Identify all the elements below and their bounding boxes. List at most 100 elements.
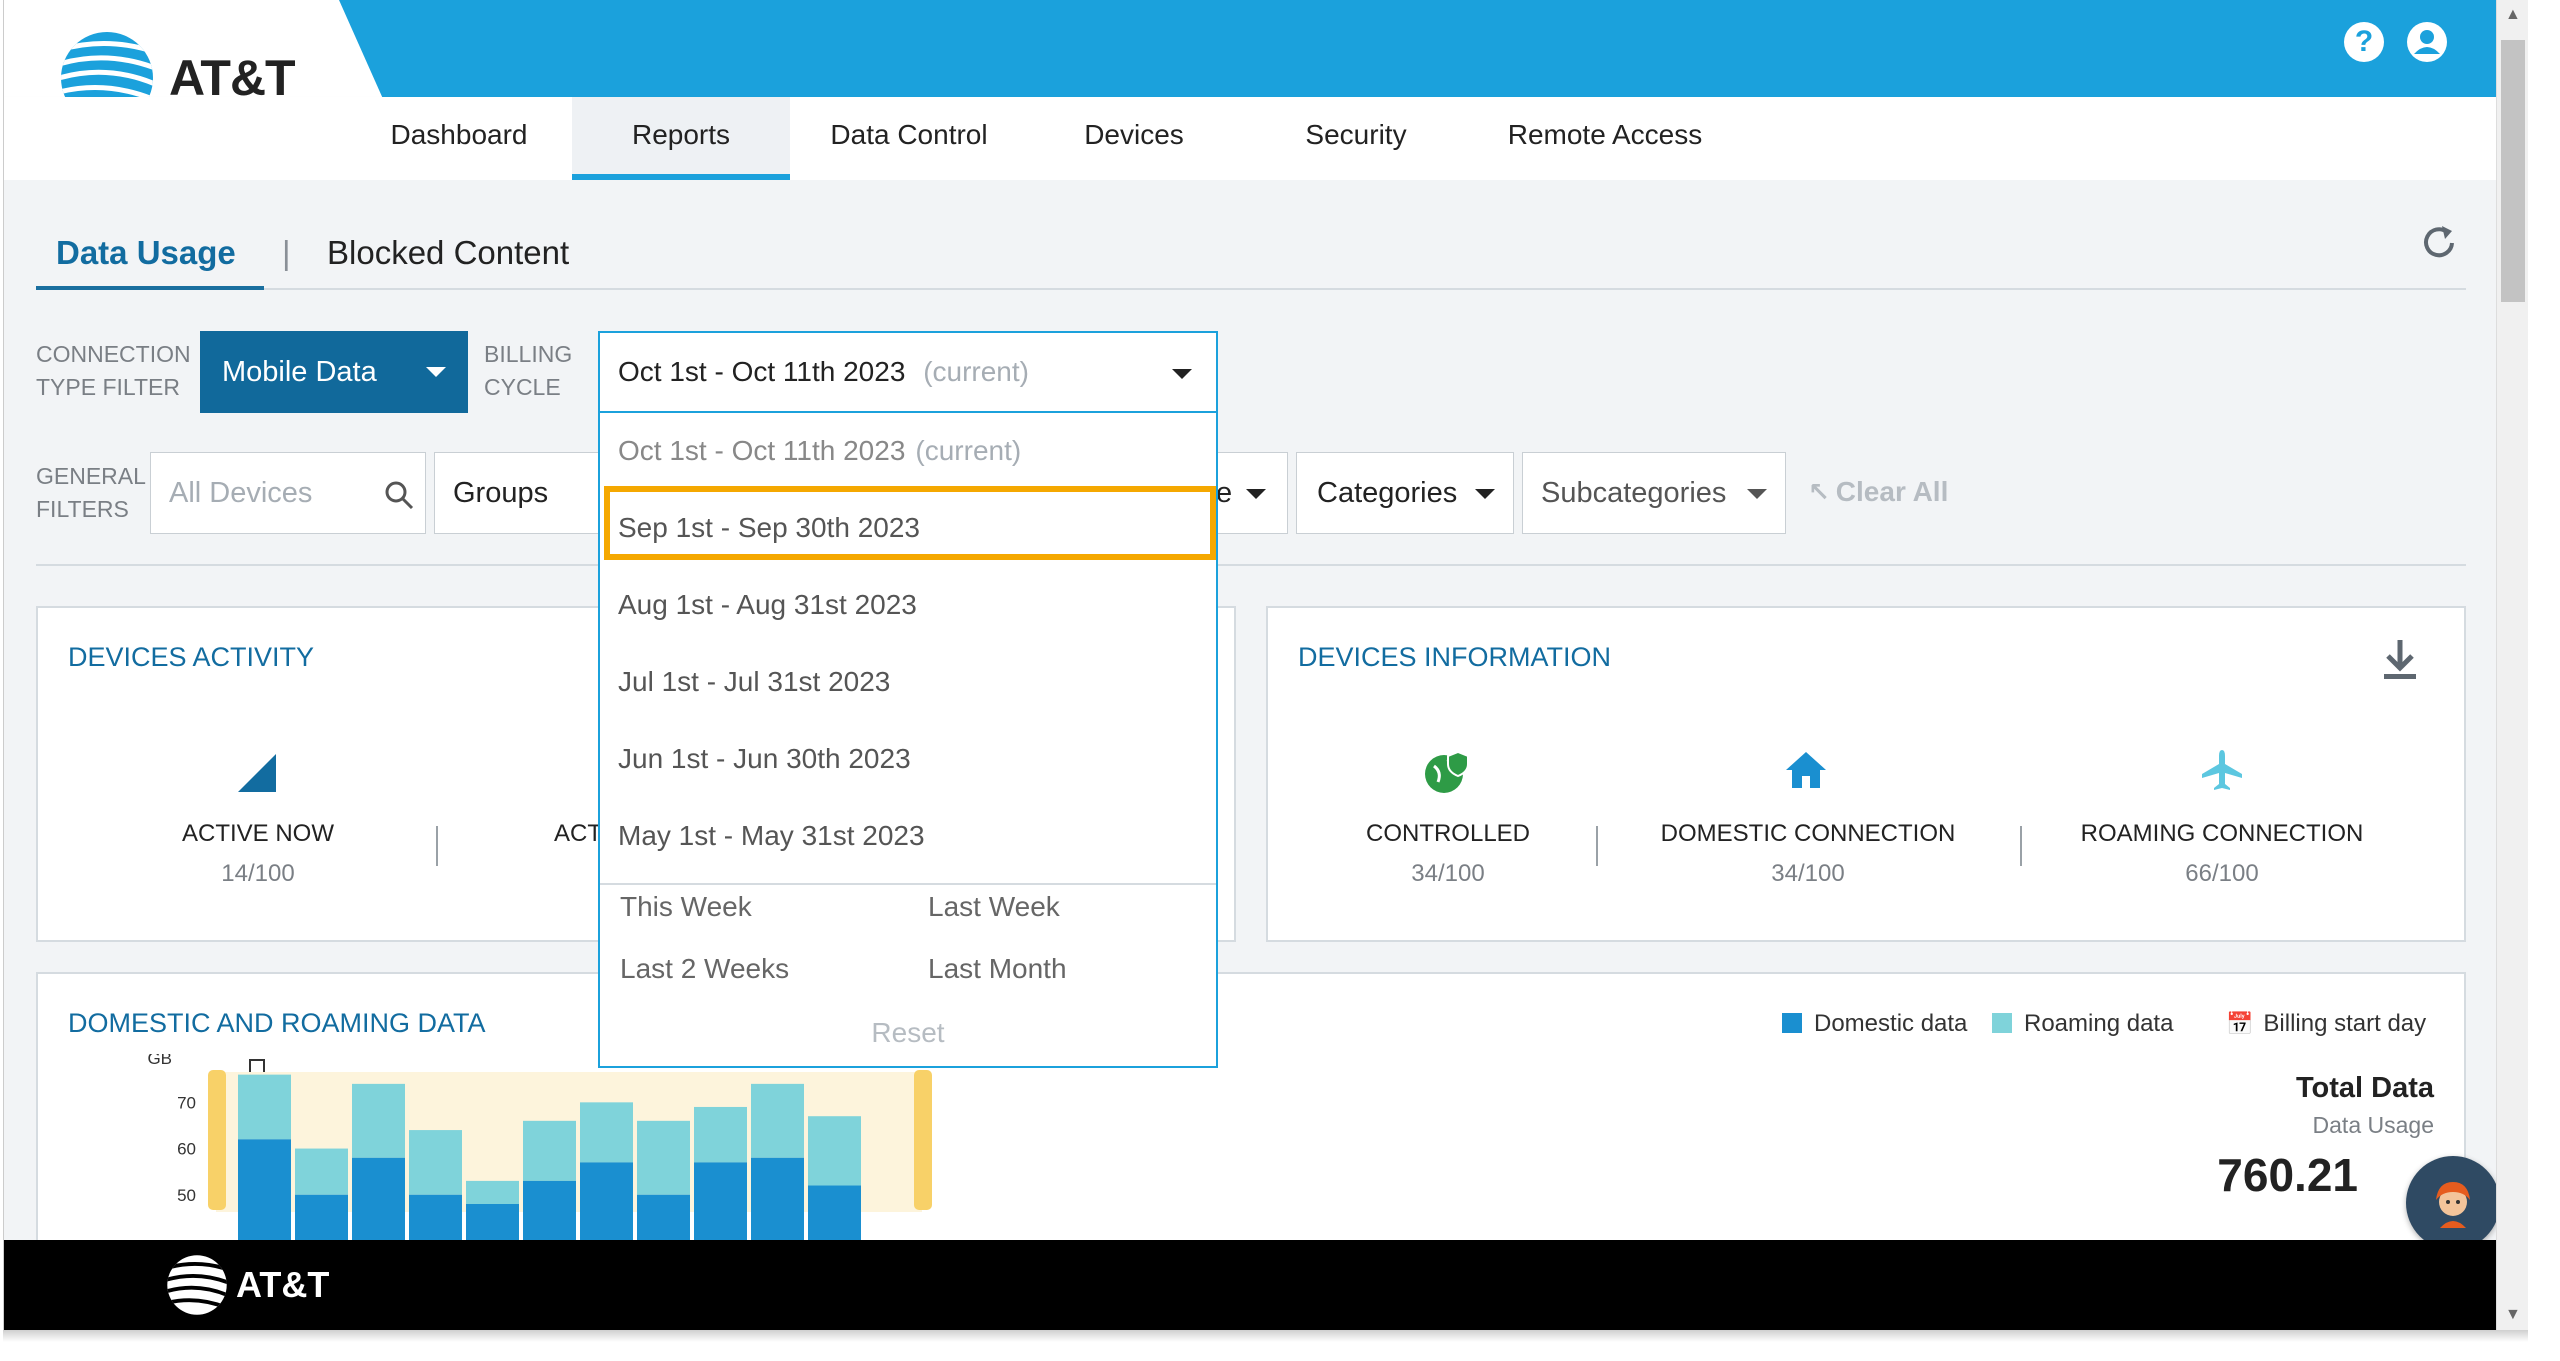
airplane-icon [2202,750,2242,790]
tab-divider [36,288,2466,290]
categories-dropdown[interactable]: Categories [1296,452,1514,534]
bar-roaming[interactable] [751,1083,804,1158]
help-icon[interactable]: ? [2344,22,2384,62]
chevron-down-icon [1747,489,1767,499]
domestic-roaming-card: DOMESTIC AND ROAMING DATA Domestic data … [36,972,2466,1274]
bar-roaming[interactable] [295,1148,348,1195]
nav-reports[interactable]: Reports [572,97,790,190]
nav-remote-access[interactable]: Remote Access [1480,97,1730,180]
billing-cycle-dropdown[interactable]: Oct 1st - Oct 11th 2023 (current) [598,331,1218,413]
chat-assistant-button[interactable] [2406,1156,2496,1250]
app-window: AT&T ? Dashboard Reports Data Control De… [3,0,2496,1330]
bar-roaming[interactable] [808,1116,861,1186]
billing-option-oct[interactable]: Oct 1st - Oct 11th 2023 (current) [618,435,1021,467]
y-axis-label: GB [147,1054,172,1068]
roaming-connection-value: 66/100 [2185,860,2259,887]
chevron-down-icon [1246,489,1266,499]
billing-current-tag: (current) [923,356,1029,387]
bar-roaming[interactable] [409,1130,462,1195]
billing-cycle-value: Oct 1st - Oct 11th 2023 [618,356,906,387]
nav-security[interactable]: Security [1256,97,1456,180]
general-filters-label: GENERAL FILTERS [36,463,146,522]
filters-divider [36,564,2466,566]
roaming-connection-label: ROAMING CONNECTION [2080,820,2364,847]
footer-logo: AT&T [166,1254,329,1316]
device-search-placeholder: All Devices [169,477,313,509]
total-data-title: Total Data [2295,1072,2434,1104]
scrollbar-thumb[interactable] [2501,40,2525,302]
account-icon[interactable] [2407,22,2447,62]
groups-label: Groups [453,477,549,509]
hidden-filter-dropdown[interactable]: e [1214,452,1288,534]
quick-last-2-weeks[interactable]: Last 2 Weeks [620,953,789,985]
chevron-down-icon [426,367,446,377]
quick-last-month[interactable]: Last Month [928,953,1067,985]
bar-roaming[interactable] [352,1083,405,1158]
active-now-value: 14/100 [221,860,295,887]
y-tick-label: 60 [177,1140,196,1159]
subcategories-dropdown[interactable]: Subcategories [1522,452,1786,534]
range-handle-left[interactable] [208,1070,226,1210]
tab-separator: | [282,234,291,271]
nav-data-control[interactable]: Data Control [799,97,1019,180]
window-shadow [3,1330,2528,1342]
footer-bar: AT&T [4,1240,2496,1330]
bar-roaming[interactable] [694,1106,747,1163]
reports-content: Data Usage | Blocked Content CONNECTION T… [4,180,2496,1274]
header-bar [304,0,2496,97]
signal-icon [238,754,276,792]
device-search-field[interactable]: All Devices [150,452,426,534]
scroll-down-icon[interactable]: ▼ [2505,1306,2521,1324]
download-icon[interactable] [2380,638,2420,682]
domestic-swatch [1782,1013,1802,1033]
billing-option-aug[interactable]: Aug 1st - Aug 31st 2023 [618,589,917,621]
bar-roaming[interactable] [523,1120,576,1181]
stat-divider [2020,826,2022,866]
total-data-value: 760.21 [2217,1149,2358,1201]
devices-activity-title: DEVICES ACTIVITY [68,642,315,672]
y-tick-label: 70 [177,1093,196,1112]
refresh-icon[interactable] [2418,222,2460,264]
user-icon [2414,30,2440,54]
y-tick-label: 50 [177,1186,196,1205]
clear-all-label: Clear All [1835,476,1949,507]
bar-roaming[interactable] [637,1120,690,1195]
billing-option-sep[interactable]: Sep 1st - Sep 30th 2023 [618,512,920,544]
bar-roaming[interactable] [238,1074,291,1140]
vertical-scrollbar[interactable]: ▲ ▼ [2496,0,2528,1330]
legend-roaming: Roaming data [1992,1010,2173,1038]
footer-wordmark: AT&T [236,1264,330,1305]
stat-divider [1596,826,1598,866]
devices-information-card: DEVICES INFORMATION CONTROLLED 34/100 DO… [1266,606,2466,942]
billing-option-jun[interactable]: Jun 1st - Jun 30th 2023 [618,743,911,775]
tab-blocked-content[interactable]: Blocked Content [327,234,569,272]
quick-last-week[interactable]: Last Week [928,891,1060,923]
quick-this-week[interactable]: This Week [620,891,752,923]
reset-button[interactable]: Reset [600,1017,1216,1049]
billing-option-may[interactable]: May 1st - May 31st 2023 [618,820,925,852]
nav-dashboard[interactable]: Dashboard [354,97,564,180]
nav-devices[interactable]: Devices [1034,97,1234,180]
total-data-subtitle: Data Usage [2312,1112,2434,1138]
connection-type-value: Mobile Data [222,356,377,388]
tab-data-usage[interactable]: Data Usage [56,234,236,272]
chevron-down-icon [1475,489,1495,499]
billing-option-jul[interactable]: Jul 1st - Jul 31st 2023 [618,666,890,698]
search-icon[interactable] [383,479,415,511]
range-handle-right[interactable] [914,1070,932,1210]
menu-divider [600,883,1216,885]
chevron-down-icon [1172,369,1192,379]
subcategories-label: Subcategories [1541,477,1727,509]
home-icon [1786,752,1826,788]
hidden-filter-label: e [1216,477,1233,509]
bar-roaming[interactable] [466,1180,519,1204]
bar-roaming[interactable] [580,1102,633,1163]
scroll-up-icon[interactable]: ▲ [2505,6,2521,24]
legend-domestic: Domestic data [1782,1010,1967,1038]
billing-cycle-menu: Oct 1st - Oct 11th 2023 (current) Sep 1st… [598,413,1218,1068]
domestic-connection-value: 34/100 [1771,860,1845,887]
legend-billing-start: 📅 Billing start day [2226,1010,2427,1037]
connection-type-dropdown[interactable]: Mobile Data [200,331,468,413]
clear-all-button[interactable]: ↖ Clear All [1808,476,1948,508]
active-now-label: ACTIVE NOW [181,820,334,847]
